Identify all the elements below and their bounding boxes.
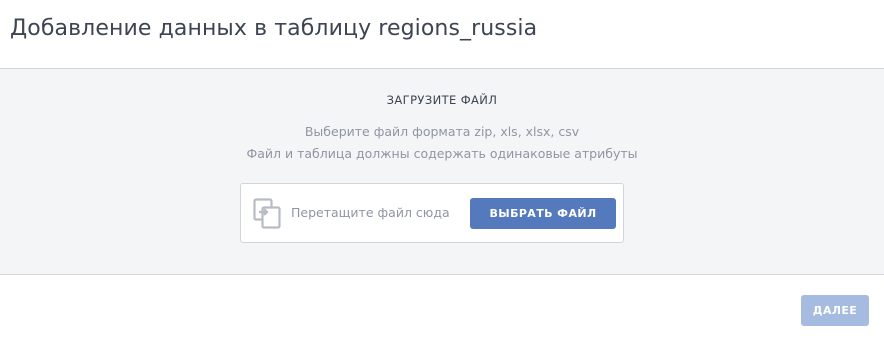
file-import-icon [253,198,283,230]
upload-heading: ЗАГРУЗИТЕ ФАЙЛ [386,93,498,107]
dropzone-text: Перетащите файл сюда [291,205,450,220]
attributes-hint: Файл и таблица должны содержать одинаков… [246,146,638,161]
add-data-dialog: Добавление данных в таблицу regions_russ… [0,0,884,340]
file-format-hint: Выберите файл формата zip, xls, xlsx, cs… [304,124,580,139]
choose-file-button[interactable]: ВЫБРАТЬ ФАЙЛ [470,198,616,229]
dialog-title: Добавление данных в таблицу regions_russ… [10,16,538,41]
file-dropzone[interactable]: Перетащите файл сюда ВЫБРАТЬ ФАЙЛ [240,183,624,243]
next-button[interactable]: ДАЛЕЕ [801,295,869,326]
upload-panel: ЗАГРУЗИТЕ ФАЙЛ Выберите файл формата zip… [0,68,884,275]
